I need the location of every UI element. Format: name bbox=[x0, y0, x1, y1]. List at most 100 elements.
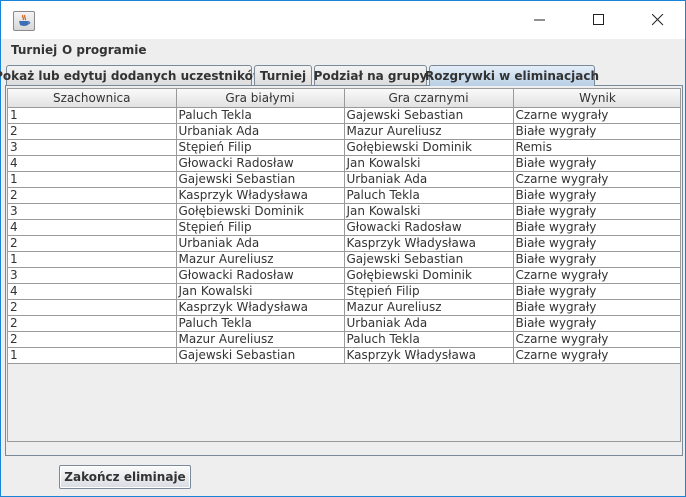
finish-eliminations-button[interactable]: Zakończ eliminaje bbox=[59, 465, 191, 489]
menu-bar: Turniej O programie bbox=[1, 39, 685, 61]
cell-white-player[interactable]: Kasprzyk Władysława bbox=[176, 299, 345, 316]
cell-white-player[interactable]: Gajewski Sebastian bbox=[176, 171, 345, 188]
cell-board[interactable]: 1 bbox=[8, 107, 177, 124]
cell-white-player[interactable]: Mazur Aureliusz bbox=[176, 331, 345, 348]
table-row[interactable]: 3 Gołębiewski Dominik Jan Kowalski Białe wy… bbox=[8, 203, 680, 220]
cell-white-player[interactable]: Paluch Tekla bbox=[176, 107, 345, 124]
cell-result[interactable]: Białe wygrały bbox=[513, 283, 680, 300]
cell-black-player[interactable]: Gołębiewski Dominik bbox=[344, 139, 514, 156]
cell-white-player[interactable]: Stępień Filip bbox=[176, 139, 345, 156]
cell-board[interactable]: 2 bbox=[8, 299, 177, 316]
cell-black-player[interactable]: Głowacki Radosław bbox=[344, 219, 514, 236]
cell-black-player[interactable]: Paluch Tekla bbox=[344, 331, 514, 348]
cell-black-player[interactable]: Mazur Aureliusz bbox=[344, 299, 514, 316]
cell-white-player[interactable]: Urbaniak Ada bbox=[176, 235, 345, 252]
minimize-button[interactable] bbox=[517, 1, 563, 39]
menu-o-programie[interactable]: O programie bbox=[62, 43, 147, 57]
table-row[interactable]: 2 Urbaniak Ada Kasprzyk Władysława Białe wy… bbox=[8, 235, 680, 252]
close-button[interactable] bbox=[635, 1, 681, 39]
cell-white-player[interactable]: Jan Kowalski bbox=[176, 283, 345, 300]
maximize-icon bbox=[593, 14, 604, 25]
table-row[interactable]: 1 Paluch Tekla Gajewski Sebastian Czarne wy… bbox=[8, 107, 680, 124]
cell-result[interactable]: Białe wygrały bbox=[513, 123, 680, 140]
cell-black-player[interactable]: Gołębiewski Dominik bbox=[344, 267, 514, 284]
maximize-button[interactable] bbox=[576, 1, 622, 39]
cell-result[interactable]: Czarne wygrały bbox=[513, 171, 680, 188]
cell-black-player[interactable]: Paluch Tekla bbox=[344, 187, 514, 204]
cell-white-player[interactable]: Gołębiewski Dominik bbox=[176, 203, 345, 220]
cell-board[interactable]: 2 bbox=[8, 187, 177, 204]
table-row[interactable]: 2 Kasprzyk Władysława Paluch Tekla Białe wy… bbox=[8, 187, 680, 204]
java-cup-icon bbox=[13, 11, 35, 31]
cell-result[interactable]: Czarne wygrały bbox=[513, 267, 680, 284]
cell-white-player[interactable]: Stępień Filip bbox=[176, 219, 345, 236]
table-row[interactable]: 2 Mazur Aureliusz Paluch Tekla Czarne wygra… bbox=[8, 331, 680, 348]
cell-white-player[interactable]: Urbaniak Ada bbox=[176, 123, 345, 140]
column-header-board[interactable]: Szachownica bbox=[8, 89, 177, 108]
cell-result[interactable]: Białe wygrały bbox=[513, 315, 680, 332]
table-body: 1 Paluch Tekla Gajewski Sebastian Czarne wy… bbox=[8, 107, 680, 364]
cell-board[interactable]: 1 bbox=[8, 251, 177, 268]
cell-board[interactable]: 2 bbox=[8, 315, 177, 332]
cell-board[interactable]: 3 bbox=[8, 267, 177, 284]
cell-black-player[interactable]: Gajewski Sebastian bbox=[344, 107, 514, 124]
tab-participants[interactable]: Pokaż lub edytuj dodanych uczestników bbox=[0, 65, 264, 85]
cell-board[interactable]: 2 bbox=[8, 123, 177, 140]
table-row[interactable]: 2 Paluch Tekla Urbaniak Ada Białe wygrały bbox=[8, 315, 680, 332]
column-header-white[interactable]: Gra białymi bbox=[176, 89, 345, 108]
table-row[interactable]: 4 Głowacki Radosław Jan Kowalski Białe wygr… bbox=[8, 155, 680, 172]
title-bar[interactable] bbox=[1, 1, 685, 39]
cell-board[interactable]: 1 bbox=[8, 347, 177, 364]
cell-result[interactable]: Białe wygrały bbox=[513, 299, 680, 316]
cell-white-player[interactable]: Mazur Aureliusz bbox=[176, 251, 345, 268]
cell-black-player[interactable]: Kasprzyk Władysława bbox=[344, 235, 514, 252]
tab-groups[interactable]: Podział na grupy bbox=[314, 65, 427, 85]
cell-white-player[interactable]: Głowacki Radosław bbox=[176, 267, 345, 284]
column-header-black[interactable]: Gra czarnymi bbox=[344, 89, 514, 108]
cell-result[interactable]: Białe wygrały bbox=[513, 187, 680, 204]
table-row[interactable]: 4 Jan Kowalski Stępień Filip Białe wygrały bbox=[8, 283, 680, 300]
cell-white-player[interactable]: Głowacki Radosław bbox=[176, 155, 345, 172]
cell-white-player[interactable]: Paluch Tekla bbox=[176, 315, 345, 332]
cell-result[interactable]: Białe wygrały bbox=[513, 251, 680, 268]
tab-turniej[interactable]: Turniej bbox=[254, 65, 312, 85]
cell-black-player[interactable]: Jan Kowalski bbox=[344, 203, 514, 220]
column-header-result[interactable]: Wynik bbox=[513, 89, 680, 108]
cell-board[interactable]: 4 bbox=[8, 155, 177, 172]
cell-result[interactable]: Białe wygrały bbox=[513, 203, 680, 220]
cell-black-player[interactable]: Gajewski Sebastian bbox=[344, 251, 514, 268]
table-row[interactable]: 1 Gajewski Sebastian Kasprzyk Władysława Cz… bbox=[8, 347, 680, 364]
cell-result[interactable]: Remis bbox=[513, 139, 680, 156]
table-row[interactable]: 4 Stępień Filip Głowacki Radosław Białe wyg… bbox=[8, 219, 680, 236]
menu-turniej[interactable]: Turniej bbox=[11, 43, 57, 57]
cell-board[interactable]: 1 bbox=[8, 171, 177, 188]
cell-result[interactable]: Białe wygrały bbox=[513, 219, 680, 236]
cell-board[interactable]: 2 bbox=[8, 235, 177, 252]
cell-white-player[interactable]: Kasprzyk Władysława bbox=[176, 187, 345, 204]
cell-result[interactable]: Białe wygrały bbox=[513, 155, 680, 172]
table-row[interactable]: 3 Stępień Filip Gołębiewski Dominik Remis bbox=[8, 139, 680, 156]
cell-black-player[interactable]: Kasprzyk Władysława bbox=[344, 347, 514, 364]
cell-board[interactable]: 3 bbox=[8, 139, 177, 156]
table-row[interactable]: 3 Głowacki Radosław Gołębiewski Dominik Cza… bbox=[8, 267, 680, 284]
tab-eliminations[interactable]: Rozgrywki w eliminacjach bbox=[425, 65, 599, 86]
cell-black-player[interactable]: Urbaniak Ada bbox=[344, 315, 514, 332]
table-row[interactable]: 2 Kasprzyk Władysława Mazur Aureliusz Białe… bbox=[8, 299, 680, 316]
cell-result[interactable]: Czarne wygrały bbox=[513, 107, 680, 124]
cell-white-player[interactable]: Gajewski Sebastian bbox=[176, 347, 345, 364]
cell-result[interactable]: Białe wygrały bbox=[513, 235, 680, 252]
results-table-scrollpane[interactable]: Szachownica Gra białymi Gra czarnymi Wyn… bbox=[7, 88, 681, 442]
cell-board[interactable]: 2 bbox=[8, 331, 177, 348]
cell-black-player[interactable]: Urbaniak Ada bbox=[344, 171, 514, 188]
table-row[interactable]: 1 Mazur Aureliusz Gajewski Sebastian Białe … bbox=[8, 251, 680, 268]
table-row[interactable]: 2 Urbaniak Ada Mazur Aureliusz Białe wygrał… bbox=[8, 123, 680, 140]
cell-result[interactable]: Czarne wygrały bbox=[513, 331, 680, 348]
cell-board[interactable]: 4 bbox=[8, 219, 177, 236]
cell-black-player[interactable]: Mazur Aureliusz bbox=[344, 123, 514, 140]
cell-board[interactable]: 3 bbox=[8, 203, 177, 220]
cell-board[interactable]: 4 bbox=[8, 283, 177, 300]
cell-result[interactable]: Czarne wygrały bbox=[513, 347, 680, 364]
table-row[interactable]: 1 Gajewski Sebastian Urbaniak Ada Czarne wy… bbox=[8, 171, 680, 188]
cell-black-player[interactable]: Stępień Filip bbox=[344, 283, 514, 300]
cell-black-player[interactable]: Jan Kowalski bbox=[344, 155, 514, 172]
